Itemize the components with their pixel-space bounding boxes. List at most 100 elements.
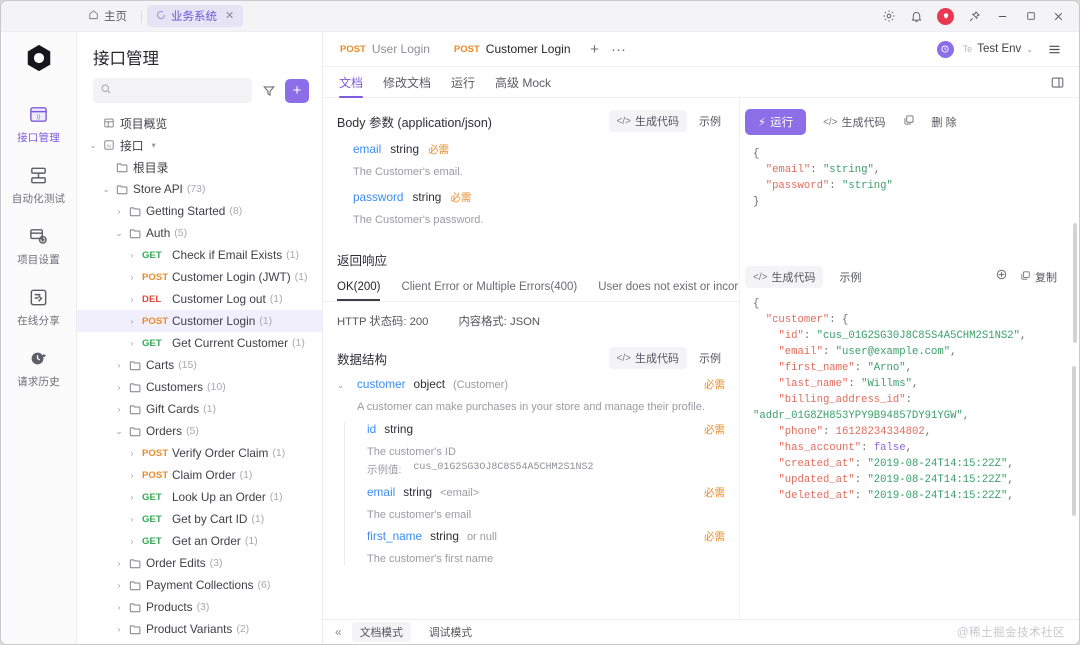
chevron-right-icon[interactable]: ›	[126, 448, 138, 458]
response-status-tabs[interactable]: OK(200) Client Error or Multiple Errors(4…	[323, 276, 739, 302]
chevron-right-icon[interactable]: ›	[113, 580, 125, 590]
api-tree-scroll[interactable]: 项目概览 ⌄ N 接口 ▾ 根目录 ⌄ Store API (73) › Getting Start…	[77, 112, 322, 644]
close-icon[interactable]: ✕	[225, 10, 234, 22]
schema-right-generate-code-button[interactable]: </> 生成代码	[745, 266, 824, 288]
tree-folder-item[interactable]: ⌄ Orders (5)	[77, 420, 322, 442]
tree-api-item[interactable]: › POST Claim Order (1)	[77, 464, 322, 486]
bell-icon[interactable]	[909, 9, 924, 24]
tree-folder-item[interactable]: ⌄ Store API (73)	[77, 178, 322, 200]
chevron-right-icon[interactable]: ›	[113, 602, 125, 612]
chevron-right-icon[interactable]: ›	[126, 492, 138, 502]
right-generate-code-button[interactable]: </> 生成代码	[815, 111, 893, 133]
response-scrollbar[interactable]	[1072, 366, 1076, 516]
chevron-right-icon[interactable]: ›	[126, 338, 138, 348]
tree-api-item[interactable]: › POST Customer Login (1)	[77, 310, 322, 332]
gear-icon[interactable]	[881, 9, 896, 24]
sidebar-item-automation-test[interactable]: 自动化测试	[1, 156, 76, 217]
chevron-right-icon[interactable]: ›	[113, 206, 125, 216]
minimize-icon[interactable]	[995, 9, 1010, 24]
user-avatar[interactable]	[937, 7, 954, 25]
response-status-tab[interactable]: Client Error or Multiple Errors(400)	[401, 276, 588, 301]
filter-icon[interactable]	[258, 80, 279, 101]
tree-api-item[interactable]: › GET Look Up an Order (1)	[77, 486, 322, 508]
hamburger-icon[interactable]	[1042, 37, 1066, 61]
chevron-right-icon[interactable]: ›	[113, 404, 125, 414]
copy-response-button[interactable]: 复制	[1012, 266, 1065, 288]
pin-icon[interactable]	[967, 9, 982, 24]
chevron-down-icon[interactable]: ⌄	[337, 380, 349, 391]
chevron-right-icon[interactable]: ›	[126, 272, 138, 282]
schema-right-example-button[interactable]: 示例	[831, 266, 869, 288]
chevron-down-icon[interactable]: ⌄	[113, 426, 125, 437]
maximize-icon[interactable]	[1023, 9, 1038, 24]
request-tab-customer-login[interactable]: POST Customer Login	[442, 32, 583, 66]
environment-selector[interactable]: Te Test Env ⌄	[963, 43, 1033, 55]
tree-folder-item[interactable]: ⌄ Auth (5)	[77, 222, 322, 244]
tree-api-item[interactable]: › POST Verify Order Claim (1)	[77, 442, 322, 464]
sidebar-item-api-management[interactable]: {} 接口管理	[1, 95, 76, 156]
schema-example-button[interactable]: 示例	[691, 347, 729, 369]
chevron-down-icon[interactable]: ▾	[148, 140, 160, 151]
generate-code-button[interactable]: </> 生成代码	[608, 110, 687, 132]
collapse-icon[interactable]: «	[335, 625, 342, 639]
tree-folder-item[interactable]: › Getting Started (8)	[77, 200, 322, 222]
tree-api-item[interactable]: › GET Get an Order (1)	[77, 530, 322, 552]
delete-button[interactable]: 删 除	[924, 111, 965, 133]
add-request-tab-button[interactable]: +	[583, 37, 607, 61]
doc-mode-button[interactable]: 文档模式	[351, 622, 411, 642]
tree-folder-item[interactable]: ›Product Tags(1)	[77, 640, 322, 644]
tree-folder-item[interactable]: 项目概览	[77, 112, 322, 134]
chevron-right-icon[interactable]: ›	[126, 470, 138, 480]
tree-folder-item[interactable]: › Gift Cards (1)	[77, 398, 322, 420]
add-api-button[interactable]: +	[285, 78, 309, 103]
tree-folder-item[interactable]: › Carts (15)	[77, 354, 322, 376]
search-box[interactable]	[93, 78, 252, 103]
chevron-down-icon[interactable]: ⌄	[113, 228, 125, 239]
chevron-right-icon[interactable]: ›	[113, 360, 125, 370]
chevron-right-icon[interactable]: ›	[126, 316, 138, 326]
tab-advanced-mock[interactable]: 高级 Mock	[485, 67, 561, 97]
chevron-down-icon[interactable]: ⌄	[87, 140, 99, 151]
tab-document[interactable]: 文档	[339, 67, 373, 98]
content-scrollbar[interactable]	[1073, 223, 1077, 343]
sidebar-item-project-settings[interactable]: 项目设置	[1, 217, 76, 278]
tree-folder-item[interactable]: 根目录	[77, 156, 322, 178]
sidebar-item-request-history[interactable]: 请求历史	[1, 339, 76, 400]
tab-edit-document[interactable]: 修改文档	[373, 67, 441, 97]
target-icon[interactable]	[995, 268, 1008, 286]
chevron-right-icon[interactable]: ›	[126, 536, 138, 546]
chevron-down-icon[interactable]: ⌄	[100, 184, 112, 195]
tab-run[interactable]: 运行	[441, 67, 485, 97]
tree-folder-item[interactable]: › Customers (10)	[77, 376, 322, 398]
tree-folder-item[interactable]: › Products (3)	[77, 596, 322, 618]
tree-api-item[interactable]: › GET Check if Email Exists (1)	[77, 244, 322, 266]
more-tabs-button[interactable]: ···	[607, 37, 631, 61]
tree-folder-item[interactable]: ⌄ N 接口 ▾	[77, 134, 322, 156]
example-button[interactable]: 示例	[691, 110, 729, 132]
response-status-tab[interactable]: OK(200)	[337, 276, 391, 301]
chevron-right-icon[interactable]: ›	[126, 294, 138, 304]
sidebar-item-online-share[interactable]: 在线分享	[1, 278, 76, 339]
tree-api-item[interactable]: › GET Get by Cart ID (1)	[77, 508, 322, 530]
env-avatar[interactable]	[936, 40, 954, 58]
run-button[interactable]: ⚡ 运行	[745, 109, 807, 135]
chevron-right-icon[interactable]: ›	[126, 250, 138, 260]
chevron-right-icon[interactable]: ›	[113, 558, 125, 568]
schema-root-row[interactable]: ⌄ customer object (Customer) 必需	[337, 377, 739, 398]
tree-api-item[interactable]: › DEL Customer Log out (1)	[77, 288, 322, 310]
layout-panel-icon[interactable]	[1050, 75, 1065, 90]
copy-icon[interactable]	[903, 113, 915, 131]
response-status-tab[interactable]: User does not exist or incorrect creden.…	[598, 276, 739, 301]
debug-mode-button[interactable]: 调试模式	[421, 622, 480, 642]
tree-api-item[interactable]: › GET Get Current Customer (1)	[77, 332, 322, 354]
window-tab-home[interactable]: 主页	[79, 5, 136, 27]
chevron-right-icon[interactable]: ›	[113, 382, 125, 392]
tree-api-item[interactable]: › POST Customer Login (JWT) (1)	[77, 266, 322, 288]
chevron-right-icon[interactable]: ›	[113, 624, 125, 634]
request-tab-user-login[interactable]: POST User Login	[328, 32, 442, 66]
tree-folder-item[interactable]: › Order Edits (3)	[77, 552, 322, 574]
tree-folder-item[interactable]: › Product Variants (2)	[77, 618, 322, 640]
window-close-icon[interactable]	[1051, 9, 1066, 24]
window-tab-business-system[interactable]: 业务系统 ✕	[147, 5, 244, 27]
chevron-right-icon[interactable]: ›	[126, 514, 138, 524]
